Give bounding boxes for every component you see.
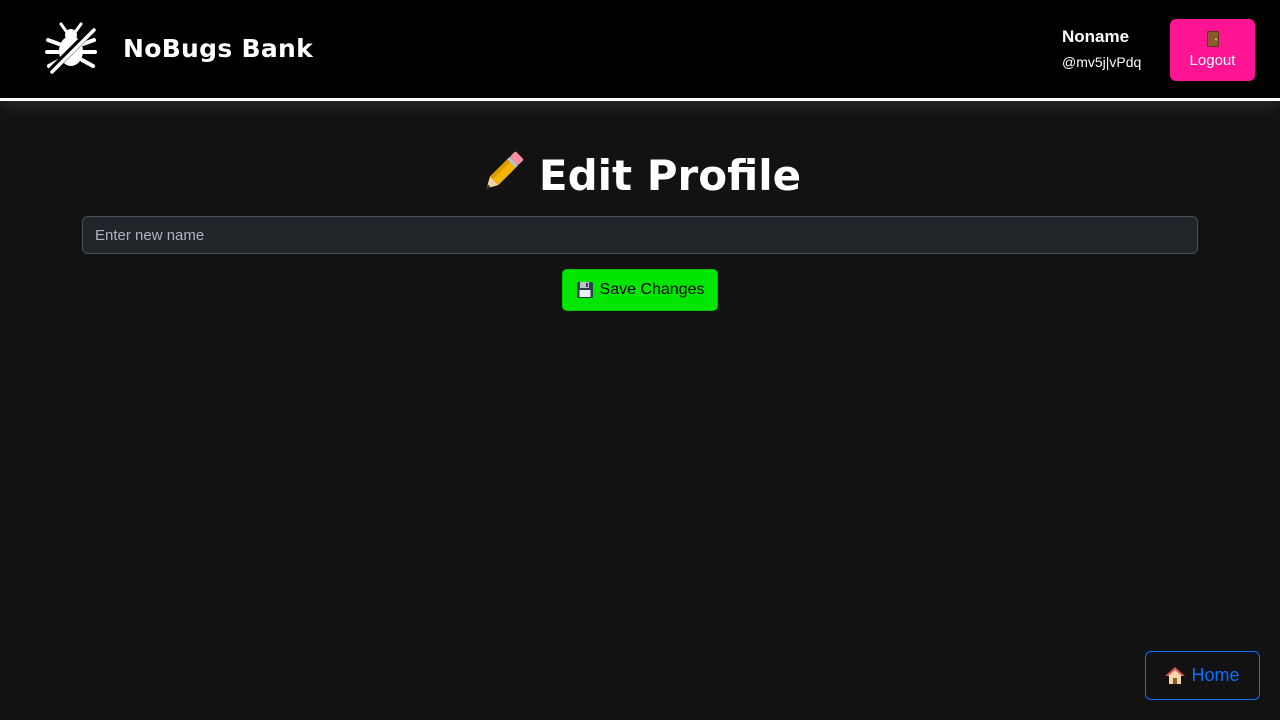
house-icon (1165, 666, 1186, 684)
logout-button[interactable]: Logout (1170, 19, 1255, 81)
save-changes-label: Save Changes (599, 281, 705, 298)
save-changes-button[interactable]: Save Changes (562, 269, 718, 311)
logout-label: Logout (1189, 52, 1236, 69)
brand-title: NoBugs Bank (123, 34, 314, 63)
user-handle: @mv5j|vPdq (1062, 54, 1142, 70)
page-title: Edit Profile (0, 150, 1280, 200)
new-name-input[interactable] (82, 216, 1198, 254)
home-button[interactable]: Home (1145, 651, 1260, 700)
user-name: Noname (1062, 27, 1130, 46)
page-title-text: Edit Profile (538, 151, 802, 200)
app-header: NoBugs Bank Noname @mv5j|vPdq Logout (0, 0, 1280, 101)
bug-slash-icon (45, 22, 98, 76)
door-icon (1206, 31, 1219, 47)
home-label: Home (1191, 665, 1240, 685)
floppy-disk-icon (576, 282, 593, 298)
pencil-icon (486, 151, 523, 189)
